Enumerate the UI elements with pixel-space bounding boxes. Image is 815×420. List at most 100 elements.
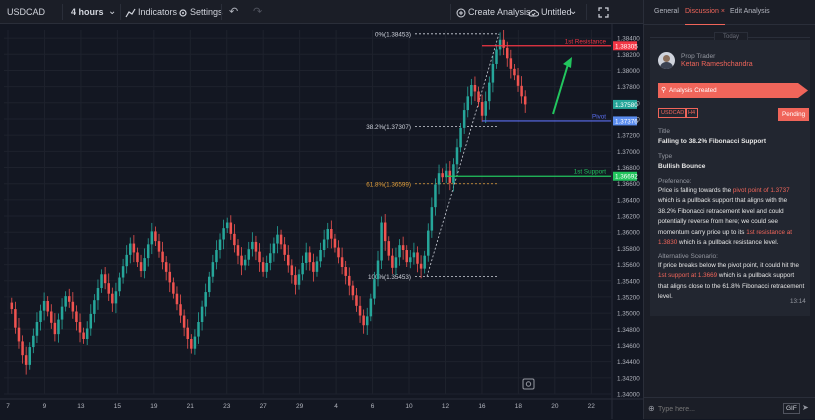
y-tick-label: 1.35400 [617,278,640,285]
x-tick-label: 22 [588,403,596,410]
candle-body [398,245,401,258]
alt-scenario-label: Alternative Scenario: [658,253,718,260]
candle-body [100,274,103,289]
candle-body [93,300,96,314]
candle-body [362,315,365,326]
candle-body [373,279,376,299]
candle-body [516,75,520,86]
tab-general[interactable]: General [654,0,679,24]
type-label: Type [658,153,673,160]
indicators-button[interactable]: Indicators [138,0,177,24]
undo-icon[interactable]: ↶ [229,0,238,24]
y-tick-label: 1.36000 [617,230,640,237]
x-tick-label: 16 [478,403,486,410]
event-banner: ⚲ Analysis Created [658,83,808,98]
candle-body [129,243,132,255]
candle-body [509,58,513,69]
candle-body [380,222,383,261]
candle-body [186,327,189,339]
candle-body [14,309,17,328]
candle-body [330,228,333,239]
candle-body [488,82,491,102]
indicators-icon[interactable] [125,0,136,24]
x-tick-label: 9 [43,403,47,410]
candle-body [208,276,211,293]
candle-body [211,262,215,277]
candle-body [179,304,182,316]
candle-body [473,85,477,92]
toolbar-divider [120,4,121,20]
candle-body [401,245,405,251]
candle-body [261,262,265,272]
candle-body [28,347,32,365]
message-composer: ⊕ GIF ➤ [644,397,815,420]
candle-body [233,233,236,246]
candle-body [301,262,304,275]
tab-discussion[interactable]: Discussion × [685,0,725,25]
x-tick-label: 13 [77,403,85,410]
level-label: Pivot [592,113,606,120]
fib-level-label: 61.8%(1.36599) [366,181,411,188]
level-label: 1st Resistance [565,38,607,45]
candle-body [197,322,200,337]
x-tick-label: 23 [223,403,231,410]
chevron-down-icon[interactable]: ⌄ [569,0,577,24]
interval-select[interactable]: 4 hours [71,0,104,24]
candle-body [495,49,498,64]
candle-body [10,302,14,310]
plus-circle-icon[interactable] [456,0,466,24]
symbol-label[interactable]: USDCAD [7,0,45,24]
candle-body [452,164,455,183]
chevron-down-icon[interactable]: ⌄ [108,0,116,24]
message-input[interactable] [658,403,773,415]
candle-body [161,251,164,263]
candle-body [222,228,225,240]
candle-body [247,249,251,260]
preference-text-part: which is a pullback resistance level. [677,239,779,247]
candle-body [437,173,441,185]
candle-body [269,253,272,263]
y-tick-label: 1.37200 [617,133,640,140]
candle-body [17,327,21,342]
candle-body [107,283,110,294]
gear-icon[interactable] [178,0,188,24]
redo-icon[interactable]: ↷ [253,0,262,24]
candle-body [103,274,107,284]
price-axis[interactable]: 1.384001.382001.380001.378001.376001.374… [611,24,643,419]
candle-body [294,275,297,285]
candle-body [254,241,258,252]
price-chart[interactable]: 0%(1.38453) 38.2%(1.37307) 61.8%(1.36599) 1… [0,24,643,419]
tab-edit-analysis[interactable]: Edit Analysis [730,0,770,24]
candle-body [520,85,523,97]
candle-body [143,258,146,272]
candle-body [157,241,161,252]
candle-body [383,222,387,242]
send-icon[interactable]: ➤ [802,403,809,412]
candle-body [229,222,233,234]
candle-body [35,322,39,336]
settings-button[interactable]: Settings [190,0,223,24]
y-tick-label: 1.34000 [617,392,640,399]
analysis-panel: General Discussion × Edit Analysis Today… [643,0,815,419]
candle-body [150,231,154,245]
candle-body [427,230,430,256]
candle-body [423,255,426,269]
close-icon[interactable]: × [721,8,725,15]
candlestick-chart[interactable]: 0%(1.38453) 38.2%(1.37307) 61.8%(1.36599) 1… [0,24,643,419]
candle-body [430,207,434,231]
gif-button[interactable]: GIF [783,403,800,414]
y-tick-label: 1.34800 [617,327,640,334]
candle-body [376,260,380,280]
layout-title[interactable]: Untitled [541,0,572,24]
event-label: Analysis Created [669,86,717,94]
create-analysis-button[interactable]: Create Analysis [468,0,531,24]
add-icon[interactable]: ⊕ [648,404,655,413]
location-pin-icon: ⚲ [661,87,667,94]
y-tick-label: 1.36200 [617,214,640,221]
tag-symbol: USDCAD [658,108,688,118]
fullscreen-icon[interactable] [598,0,609,24]
candle-body [111,293,114,304]
candle-body [32,335,35,348]
y-tick-label: 1.36600 [617,181,640,188]
candle-body [462,110,466,128]
